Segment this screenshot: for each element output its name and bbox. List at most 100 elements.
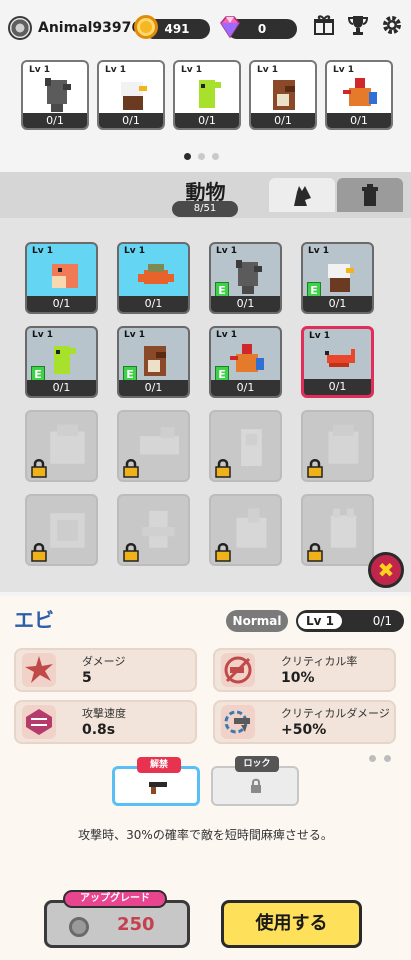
locked-animal-card[interactable] <box>25 494 98 566</box>
lock-icon <box>215 459 231 478</box>
coin-icon <box>69 917 89 937</box>
page-dot[interactable] <box>369 755 376 762</box>
featured-animal-card[interactable]: Lv 1 0/1 <box>249 60 317 130</box>
animal-card[interactable]: Lv 1 E 0/1 <box>301 242 374 314</box>
horse-icon <box>37 74 77 114</box>
collection-panel: 動物 8/51 Lv 1 0/1 Lv 1 0/1 Lv 1 E 0/1 Lv 1 E 0/1 Lv… <box>0 172 411 592</box>
avatar-icon[interactable] <box>8 16 32 40</box>
featured-animal-card[interactable]: Lv 1 0/1 <box>325 60 393 130</box>
rooster-icon <box>341 74 381 114</box>
stat-value: 5 <box>82 670 92 686</box>
seal-icon <box>44 256 84 296</box>
skill-description: 攻撃時、30%の確率で敵を短時間麻痺させる。 <box>78 828 333 842</box>
rarity-badge: Normal <box>226 610 288 632</box>
skill-tag: 解禁 <box>137 757 181 773</box>
locked-animal-card[interactable] <box>117 494 190 566</box>
lock-icon <box>307 543 323 562</box>
lizard-icon <box>44 340 84 380</box>
locked-animal-card[interactable] <box>117 410 190 482</box>
locked-animal-card[interactable] <box>301 494 374 566</box>
crit-rate-icon <box>221 653 255 687</box>
level-label: Lv 1 <box>32 246 53 256</box>
animal-card[interactable]: Lv 1 E 0/1 <box>117 326 190 398</box>
stat-value: 0.8s <box>82 722 116 738</box>
skill-slot-unlocked[interactable]: 解禁 <box>112 757 200 806</box>
collection-header: 動物 8/51 <box>0 172 411 218</box>
animal-card[interactable]: Lv 1 E 0/1 <box>25 326 98 398</box>
animal-card[interactable]: Lv 1 0/1 <box>117 242 190 314</box>
skill-slot-locked[interactable]: ロック <box>211 756 299 806</box>
stat-label: 攻撃速度 <box>82 707 126 720</box>
featured-animal-card[interactable]: Lv 1 0/1 <box>173 60 241 130</box>
stat-label: クリティカル率 <box>281 655 358 668</box>
collection-grid: Lv 1 0/1 Lv 1 0/1 Lv 1 E 0/1 Lv 1 E 0/1 Lv 1 E 0/1 Lv… <box>25 242 374 566</box>
tab-animals[interactable] <box>269 178 335 212</box>
close-button[interactable]: ✖ <box>368 552 404 588</box>
level-label: Lv 1 <box>309 331 330 341</box>
featured-animal-card[interactable]: Lv 1 0/1 <box>21 60 89 130</box>
coin-icon <box>134 15 158 39</box>
gift-icon[interactable] <box>313 14 335 36</box>
card-count: 0/1 <box>99 113 163 128</box>
upgrade-label: アップグレード <box>63 890 167 908</box>
page-dot[interactable] <box>212 153 219 160</box>
level-label: Lv 1 <box>216 246 237 256</box>
card-count: 0/1 <box>251 113 315 128</box>
lizard-icon <box>189 74 229 114</box>
trophy-icon[interactable] <box>347 14 369 36</box>
page-dots <box>184 153 219 160</box>
lock-icon <box>31 543 47 562</box>
featured-animal-card[interactable]: Lv 1 0/1 <box>97 60 165 130</box>
level-label: Lv 1 <box>308 246 329 256</box>
locked-animal-card[interactable] <box>209 410 282 482</box>
page-dot[interactable] <box>184 153 191 160</box>
username: Animal93976 <box>38 20 142 36</box>
card-count: 0/1 <box>119 296 188 312</box>
animal-card-selected[interactable]: Lv 1 0/1 <box>301 326 374 398</box>
collection-count: 8/51 <box>172 201 238 217</box>
crit-damage-icon <box>221 705 255 739</box>
level-label: Lv 1 <box>216 330 237 340</box>
card-count: 0/1 <box>27 380 96 396</box>
stat-page-dots <box>369 755 391 762</box>
shrimp-icon <box>321 341 361 381</box>
gear-icon[interactable] <box>381 14 403 36</box>
card-count: 0/1 <box>175 113 239 128</box>
use-button[interactable]: 使用する <box>221 900 362 948</box>
tab-other[interactable] <box>337 178 403 212</box>
locked-animal-card[interactable] <box>301 410 374 482</box>
animal-card[interactable]: Lv 1 E 0/1 <box>209 242 282 314</box>
card-count: 0/1 <box>303 296 372 312</box>
locked-animal-card[interactable] <box>209 494 282 566</box>
animal-name: エビ <box>14 608 54 632</box>
skill-tag: ロック <box>235 756 279 772</box>
level-box: Lv 1 0/1 <box>296 610 404 632</box>
stat-label: ダメージ <box>82 655 126 668</box>
lock-icon <box>215 543 231 562</box>
stat-crit-rate: クリティカル率 10% <box>213 648 396 692</box>
stat-label: クリティカルダメージ <box>281 707 390 720</box>
stat-value: 10% <box>281 670 315 686</box>
animal-card[interactable]: Lv 1 E 0/1 <box>209 326 282 398</box>
lock-icon <box>307 459 323 478</box>
lock-icon <box>31 459 47 478</box>
card-count: 0/1 <box>211 296 280 312</box>
stat-damage: ダメージ 5 <box>14 648 197 692</box>
crab-icon <box>136 256 176 296</box>
rooster-icon <box>228 340 268 380</box>
level-label: Lv 1 <box>32 330 53 340</box>
card-count: 0/1 <box>327 113 391 128</box>
card-count: 0/1 <box>119 380 188 396</box>
animal-card[interactable]: Lv 1 0/1 <box>25 242 98 314</box>
eagle-icon <box>113 74 153 114</box>
eagle-icon <box>320 256 360 296</box>
gem-amount: 0 <box>257 22 267 36</box>
bear-icon <box>265 74 305 114</box>
gem-icon <box>220 16 240 39</box>
stat-value: +50% <box>281 722 327 738</box>
page-dot[interactable] <box>198 153 205 160</box>
close-icon: ✖ <box>377 558 395 582</box>
page-dot[interactable] <box>384 755 391 762</box>
locked-animal-card[interactable] <box>25 410 98 482</box>
level-label: Lv 1 <box>124 246 145 256</box>
